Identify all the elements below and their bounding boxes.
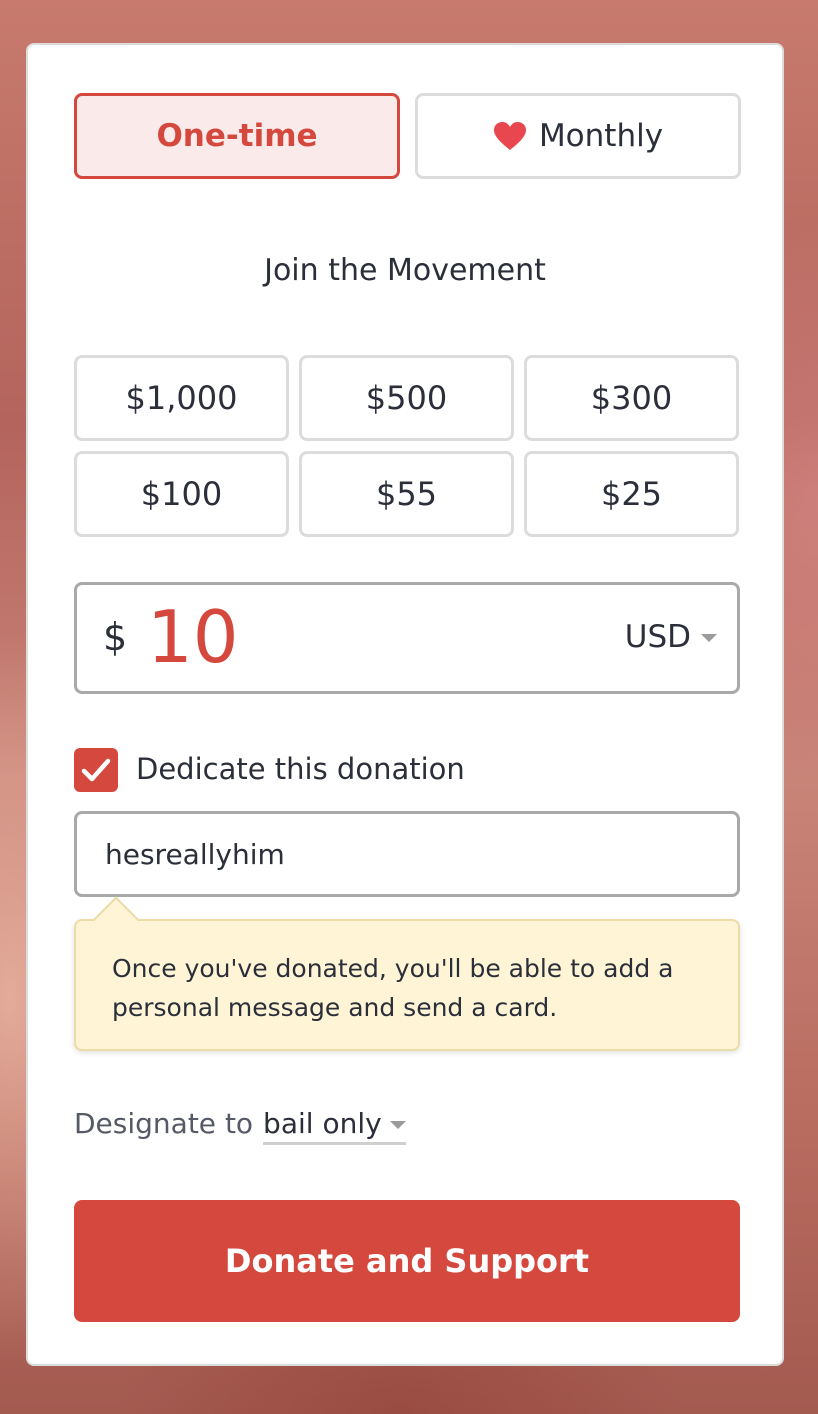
checkmark-icon bbox=[81, 758, 111, 782]
dedication-name-input[interactable] bbox=[74, 811, 740, 897]
one-time-label: One-time bbox=[156, 118, 318, 154]
donate-button-label: Donate and Support bbox=[224, 1242, 590, 1280]
amount-option-1000[interactable]: $1,000 bbox=[74, 355, 289, 441]
chevron-down-icon bbox=[701, 634, 717, 642]
monthly-tab[interactable]: Monthly bbox=[415, 93, 741, 179]
dedication-tooltip: Once you've donated, you'll be able to a… bbox=[74, 896, 740, 1051]
amount-option-500[interactable]: $500 bbox=[299, 355, 514, 441]
designation-select-value: bail only bbox=[263, 1107, 382, 1140]
currency-symbol: $ bbox=[103, 615, 128, 659]
custom-amount-field[interactable]: $ 10 USD bbox=[74, 582, 740, 694]
one-time-tab[interactable]: One-time bbox=[74, 93, 400, 179]
custom-amount-input[interactable]: 10 bbox=[147, 597, 239, 677]
heart-icon bbox=[493, 122, 526, 150]
dedicate-checkbox-label[interactable]: Dedicate this donation bbox=[136, 752, 465, 786]
amount-option-25[interactable]: $25 bbox=[524, 451, 739, 537]
designation-select[interactable]: bail only bbox=[263, 1107, 406, 1145]
tooltip-arrow bbox=[93, 896, 139, 942]
chevron-down-icon bbox=[389, 1120, 406, 1129]
monthly-label: Monthly bbox=[538, 118, 664, 154]
amount-option-55[interactable]: $55 bbox=[299, 451, 514, 537]
donation-form-card: One-time Monthly Join the Movement $1,00… bbox=[26, 43, 784, 1366]
designate-label: Designate to bbox=[74, 1107, 254, 1140]
tooltip-text: Once you've donated, you'll be able to a… bbox=[112, 954, 674, 1022]
designation-row: Designate to bail only bbox=[74, 1107, 406, 1145]
form-subtitle: Join the Movement bbox=[264, 253, 546, 288]
currency-select-value: USD bbox=[624, 619, 691, 655]
donate-button[interactable]: Donate and Support bbox=[74, 1200, 740, 1322]
dedicate-checkbox[interactable] bbox=[74, 748, 118, 792]
currency-select[interactable]: USD bbox=[625, 619, 717, 655]
amount-option-300[interactable]: $300 bbox=[524, 355, 739, 441]
amount-option-100[interactable]: $100 bbox=[74, 451, 289, 537]
